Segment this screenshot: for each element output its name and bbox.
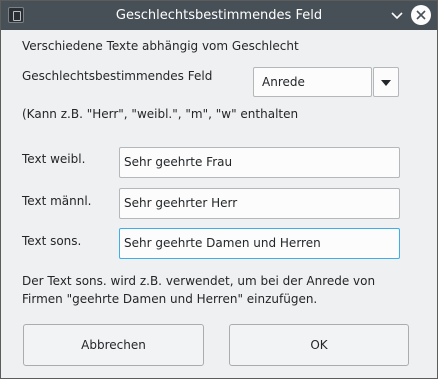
dialog-window: Geschlechtsbestimmendes Feld Verschieden… — [0, 0, 438, 379]
intro-text: Verschiedene Texte abhängig vom Geschlec… — [22, 39, 299, 53]
field-selector-combo[interactable]: Anrede — [253, 67, 372, 97]
title-bar[interactable]: Geschlechtsbestimmendes Feld — [1, 1, 437, 30]
text-female-input[interactable]: Sehr geehrte Frau — [119, 147, 400, 178]
window-title: Geschlechtsbestimmendes Feld — [115, 8, 323, 23]
cancel-button[interactable]: Abbrechen — [23, 324, 204, 366]
text-male-input[interactable]: Sehr geehrter Herr — [119, 188, 400, 219]
field-selector-label: Geschlechtsbestimmendes Feld — [22, 69, 213, 83]
dropdown-arrow-icon — [381, 80, 391, 86]
close-icon — [416, 10, 426, 20]
text-other-input[interactable]: Sehr geehrte Damen und Herren — [119, 228, 400, 259]
chevron-down-icon — [391, 12, 403, 20]
ok-button[interactable]: OK — [229, 324, 409, 366]
field-selector-dropdown-button[interactable] — [373, 67, 399, 97]
text-female-label: Text weibl. — [22, 152, 86, 166]
text-other-label: Text sons. — [22, 234, 82, 248]
note-text-line1: Der Text sons. wird z.B. verwendet, um b… — [22, 274, 376, 288]
field-selector-value: Anrede — [262, 75, 305, 89]
close-button[interactable] — [411, 5, 431, 25]
note-text-line2: Firmen "geehrte Damen und Herren" einzuf… — [22, 292, 318, 306]
hint-text: (Kann z.B. "Herr", "weibl.", "m", "w" en… — [22, 107, 299, 121]
text-male-label: Text männl. — [22, 194, 92, 208]
minimize-button[interactable] — [387, 5, 407, 25]
